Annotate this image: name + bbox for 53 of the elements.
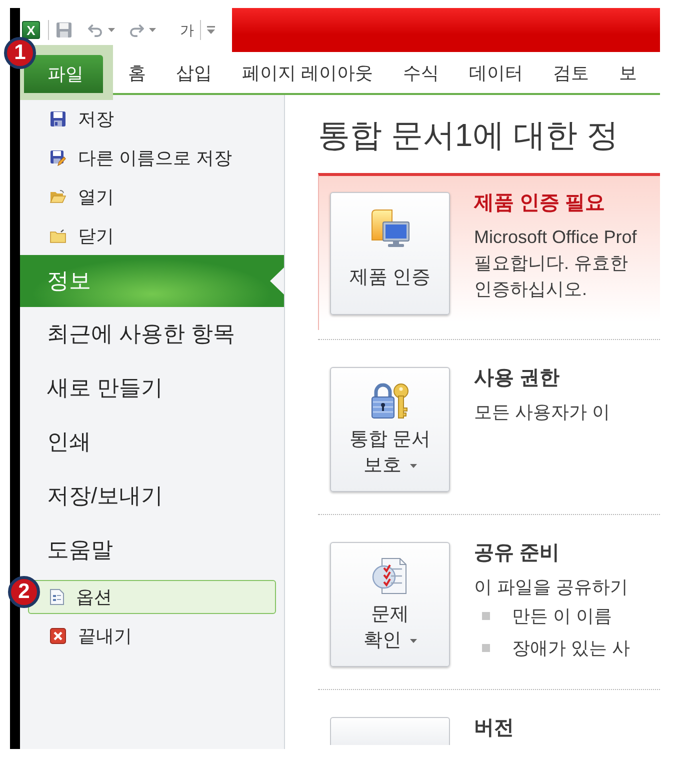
section-heading: 공유 준비 [474, 542, 561, 564]
app-logo[interactable]: X [22, 21, 40, 39]
ribbon-tab[interactable]: 보 [604, 54, 652, 90]
menu-item[interactable]: 인쇄 [47, 428, 91, 456]
step-badge: 2 [8, 576, 40, 608]
bullet-icon [482, 612, 490, 620]
redo-icon[interactable] [129, 24, 144, 36]
section-heading: 버전 [474, 717, 514, 739]
section-description: Microsoft Office Prof 필요합니다. 유효한 인증하십시오. [474, 226, 637, 301]
menu-item[interactable]: 도움말 [47, 536, 113, 564]
ribbon-tab[interactable]: 홈 [113, 54, 161, 90]
file-tab[interactable]: 파일 [24, 55, 103, 93]
step-badge: 1 [4, 37, 36, 69]
menu-item[interactable]: 닫기 [50, 224, 114, 248]
open-folder-icon [50, 190, 66, 204]
caret-icon[interactable] [149, 28, 156, 32]
font-button[interactable]: 가 [180, 22, 194, 38]
alert-heading: 제품 인증 필요 [474, 192, 606, 214]
activate-product-button[interactable]: 제품 인증 [330, 192, 450, 315]
bullet-text: 장애가 있는 사 [512, 637, 630, 660]
ribbon-tab[interactable]: 삽입 [161, 54, 227, 90]
page-title: 통합 문서1에 대한 정 [318, 116, 620, 155]
undo-icon[interactable] [88, 24, 103, 36]
folder-icon [50, 228, 66, 242]
caret-icon[interactable] [108, 28, 115, 32]
ribbon-tab[interactable]: 데이터 [454, 54, 538, 90]
lock-key-icon [370, 381, 410, 421]
section-heading: 사용 권한 [474, 367, 561, 389]
ribbon-tab[interactable]: 페이지 레이아웃 [227, 54, 388, 90]
menu-item[interactable]: 옵션 [28, 580, 276, 614]
document-monitor-icon [370, 208, 410, 248]
section-description: 모든 사용자가 이 [474, 401, 610, 424]
protect-workbook-button[interactable]: 통합 문서 보호 [330, 367, 450, 492]
menu-item[interactable]: 저장 [50, 106, 114, 130]
menu-item[interactable]: 정보 [20, 255, 284, 307]
ribbon-tab[interactable]: 수식 [388, 54, 454, 90]
menu-item[interactable]: 새로 만들기 [47, 374, 164, 402]
close-icon [50, 628, 66, 644]
menu-item[interactable]: 다른 이름으로 저장 [50, 146, 232, 170]
ribbon-tab[interactable]: 검토 [538, 54, 604, 90]
menu-item[interactable]: 저장/보내기 [47, 482, 164, 510]
floppy-pencil-icon [50, 150, 66, 166]
menu-item[interactable]: 끝내기 [50, 624, 132, 648]
bullet-icon [482, 644, 490, 652]
customize-icon[interactable] [207, 26, 215, 34]
section-description: 이 파일을 공유하기 [474, 576, 630, 599]
check-issues-button[interactable]: 문제 확인 [330, 542, 450, 667]
document-icon [50, 588, 64, 604]
menu-item[interactable]: 최근에 사용한 항목 [47, 320, 236, 348]
bullet-text: 만든 이 이름 [512, 605, 612, 628]
save-icon[interactable] [56, 22, 72, 38]
partial-button[interactable] [330, 717, 450, 745]
menu-item[interactable]: 열기 [50, 184, 114, 208]
